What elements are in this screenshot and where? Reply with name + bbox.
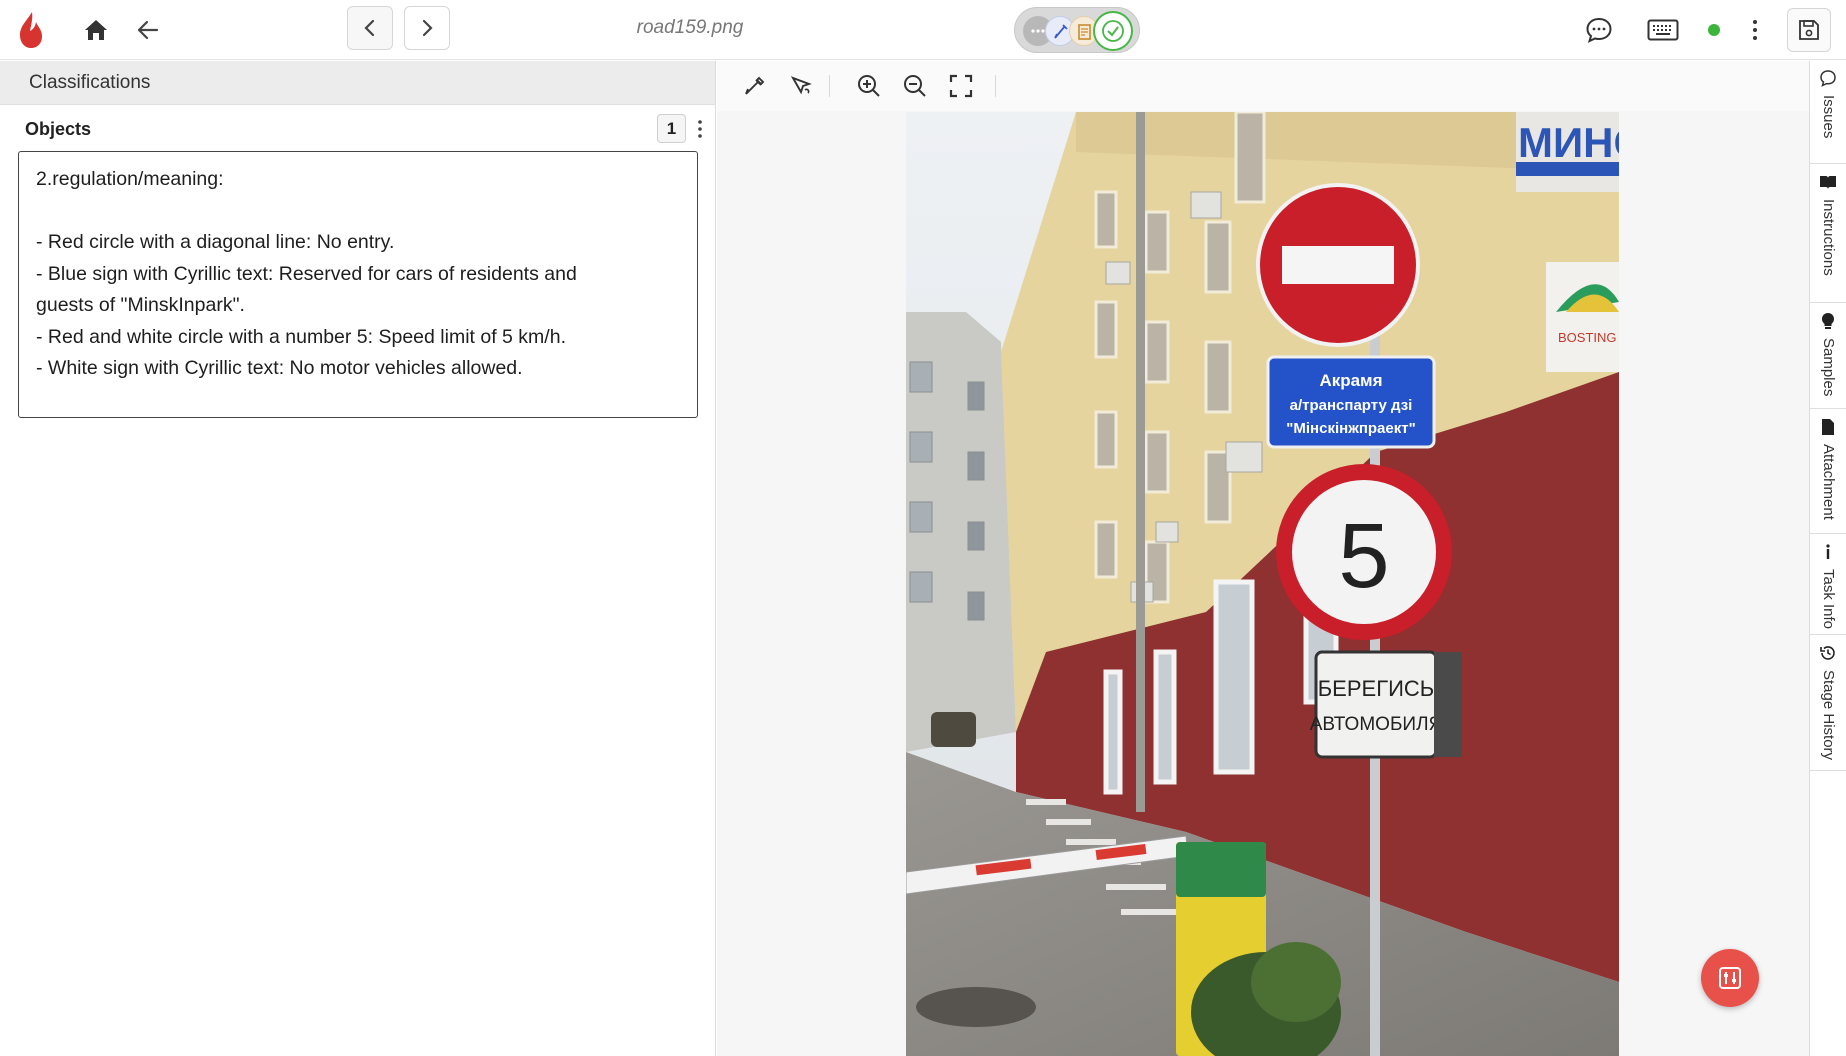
objects-label: Objects (25, 119, 92, 139)
online-status-dot (1708, 24, 1720, 36)
select-tool-icon[interactable] (787, 72, 815, 100)
zoom-in-icon[interactable] (855, 72, 883, 100)
next-task-button[interactable] (404, 6, 450, 50)
blue-sign-line: а/транспарту дзі (1290, 397, 1413, 414)
lightbulb-icon (1822, 313, 1834, 329)
rail-item-attachment[interactable]: Attachment (1810, 410, 1846, 534)
shop-logo-text: BOSTING (1558, 330, 1617, 345)
objects-menu-icon[interactable] (694, 116, 706, 142)
answer-text-field[interactable]: 2.regulation/meaning: - Red circle with … (18, 151, 698, 418)
road-photo[interactable]: МИНС BOSTING Акрамя а/транспарту (906, 112, 1619, 1056)
toolbar-divider (829, 75, 830, 97)
draw-tool-icon[interactable] (741, 72, 769, 100)
zoom-out-icon[interactable] (901, 72, 929, 100)
fit-to-screen-icon[interactable] (947, 72, 975, 100)
rail-label: Samples (1820, 338, 1837, 397)
workflow-status-pill[interactable] (1014, 7, 1140, 53)
save-button[interactable] (1787, 8, 1831, 52)
rail-item-instructions[interactable]: Instructions (1810, 165, 1846, 303)
previous-task-button[interactable] (347, 6, 393, 50)
home-icon[interactable] (78, 12, 114, 48)
rail-label: Attachment (1820, 444, 1837, 520)
blue-sign-line: Акрамя (1319, 371, 1382, 390)
warning-sign-line: БЕРЕГИСЬ (1318, 676, 1435, 701)
more-vertical-icon[interactable] (1737, 12, 1773, 48)
toolbar-divider (995, 75, 996, 97)
classifications-header: Classifications (0, 61, 715, 105)
viewer-toolbar (717, 61, 1809, 111)
store-sign-text: МИНС (1518, 119, 1619, 166)
rail-item-stage-history[interactable]: Stage History (1810, 636, 1846, 771)
save-icon (1799, 20, 1819, 40)
flame-logo-icon[interactable] (16, 10, 46, 50)
chevron-left-icon (364, 19, 375, 37)
rail-item-samples[interactable]: Samples (1810, 304, 1846, 409)
answer-line: - Red and white circle with a number 5: … (36, 325, 566, 348)
history-icon (1820, 646, 1835, 660)
sliders-icon (1719, 967, 1741, 989)
book-icon (1820, 176, 1836, 189)
classifications-title: Classifications (29, 71, 151, 93)
answer-line: 2.regulation/meaning: (36, 168, 224, 190)
answer-line: guests of "MinskInpark". (36, 294, 245, 316)
attachment-icon (1822, 419, 1834, 435)
file-name: road159.png (636, 17, 744, 38)
warning-sign-line: АВТОМОБИЛЯ (1310, 714, 1443, 735)
answer-line: - Red circle with a diagonal line: No en… (36, 231, 395, 253)
comment-icon[interactable] (1581, 12, 1617, 48)
keyboard-icon[interactable] (1643, 12, 1683, 48)
rail-label: Issues (1820, 95, 1837, 139)
rail-label: Task Info (1820, 569, 1837, 630)
objects-row: Objects 1 (0, 105, 715, 155)
answer-line: - White sign with Cyrillic text: No moto… (36, 357, 523, 379)
adjust-settings-button[interactable] (1701, 949, 1759, 1007)
top-bar: road159.png (0, 0, 1846, 60)
chat-bubble-icon (1820, 70, 1836, 87)
rail-item-task-info[interactable]: Task Info (1810, 535, 1846, 635)
complete-check-icon (1093, 11, 1133, 51)
answer-line (36, 196, 680, 228)
image-viewer[interactable]: МИНС BOSTING Акрамя а/транспарту (717, 61, 1809, 1056)
back-arrow-icon[interactable] (130, 12, 166, 48)
info-icon (1826, 544, 1830, 559)
objects-count-badge: 1 (657, 114, 686, 143)
rail-label: Instructions (1820, 199, 1837, 276)
answer-line: - Blue sign with Cyrillic text: Reserved… (36, 262, 577, 285)
speed-limit-value: 5 (1338, 505, 1389, 607)
rail-item-issues[interactable]: Issues (1810, 61, 1846, 164)
rail-label: Stage History (1820, 670, 1837, 761)
chevron-right-icon (422, 19, 433, 37)
side-rail: Issues Instructions Samples Attachment T… (1809, 61, 1846, 1056)
blue-sign-line: "Мінскінжпраект" (1286, 420, 1415, 437)
